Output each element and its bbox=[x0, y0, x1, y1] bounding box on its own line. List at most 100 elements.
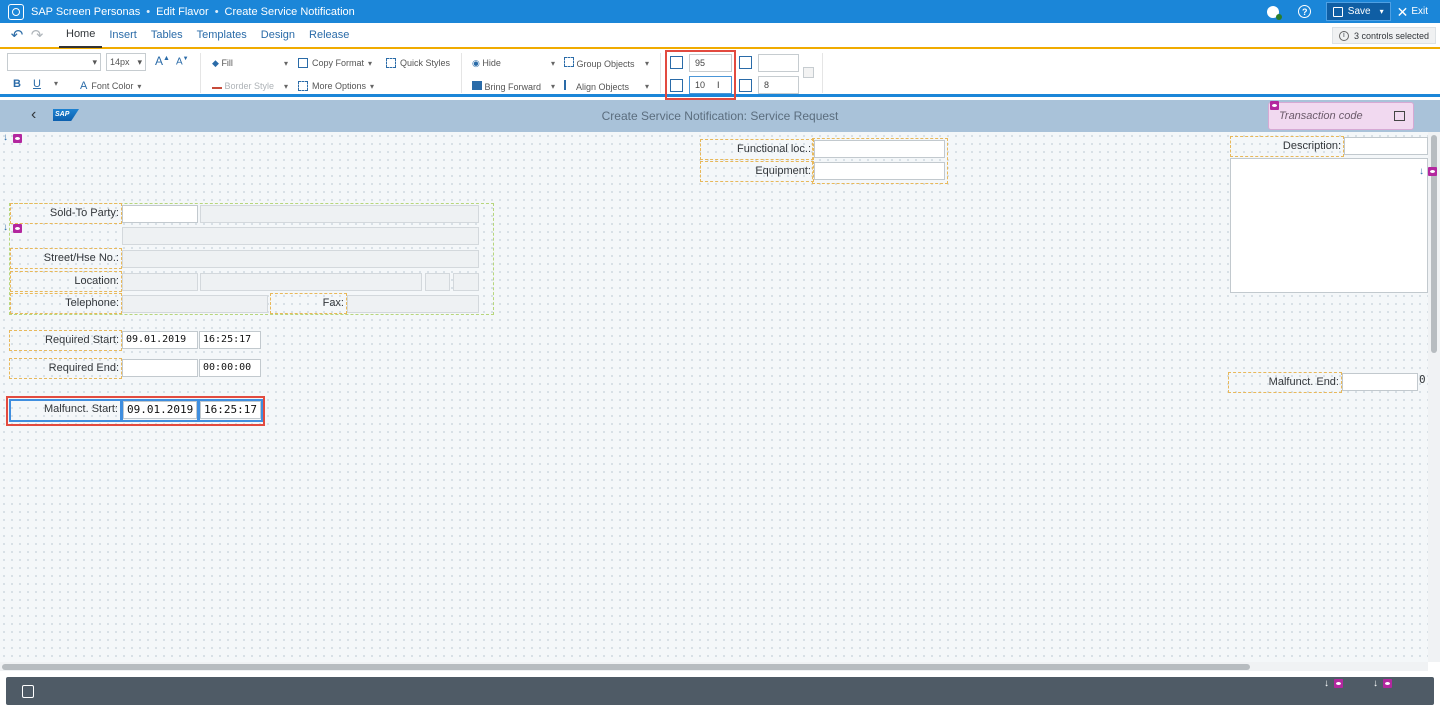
redo-icon[interactable]: ↷ bbox=[27, 25, 47, 45]
quick-styles-label: Quick Styles bbox=[400, 58, 451, 68]
divider bbox=[660, 53, 661, 93]
personas-logo-icon bbox=[8, 3, 24, 20]
personas-icon[interactable] bbox=[22, 685, 34, 698]
visibility-eye-icon[interactable] bbox=[1270, 101, 1279, 110]
more-options-button[interactable]: More Options ▾ bbox=[298, 78, 374, 94]
align-objects-icon bbox=[564, 80, 574, 90]
fill-bucket-icon: ◆ bbox=[212, 57, 219, 68]
left-position-icon bbox=[670, 79, 683, 92]
city-field bbox=[200, 273, 422, 291]
vertical-scrollbar[interactable] bbox=[1428, 132, 1440, 662]
font-size-select[interactable]: 14px ▾ bbox=[106, 53, 146, 71]
breadcrumb-app[interactable]: SAP Screen Personas bbox=[31, 6, 140, 18]
functional-loc-label: Functional loc.: bbox=[700, 139, 814, 160]
font-family-select[interactable]: ▾ bbox=[7, 53, 101, 71]
bring-forward-button[interactable]: Bring Forward ▾ bbox=[472, 78, 555, 94]
tab-design[interactable]: Design bbox=[254, 22, 302, 48]
page-title: Create Service Notification: Service Req… bbox=[601, 109, 839, 123]
save-button[interactable]: Save ▾ bbox=[1325, 2, 1391, 21]
horizontal-scrollbar[interactable] bbox=[0, 662, 1428, 671]
chevron-down-icon: ▾ bbox=[283, 81, 288, 91]
required-start-date[interactable]: 09.01.2019 bbox=[122, 331, 198, 349]
group-objects-icon bbox=[564, 57, 574, 67]
malfunct-start-date[interactable]: 09.01.2019 bbox=[123, 401, 197, 419]
enter-icon[interactable] bbox=[1394, 111, 1405, 121]
tab-insert[interactable]: Insert bbox=[102, 22, 144, 48]
decrease-font-icon[interactable]: A▼ bbox=[176, 56, 189, 67]
app-header: ‹ SAP Create Service Notification: Servi… bbox=[0, 100, 1440, 132]
visibility-eye-icon[interactable] bbox=[1428, 167, 1437, 176]
equipment-label: Equipment: bbox=[700, 161, 814, 182]
font-color-icon: A bbox=[80, 80, 88, 92]
width-input[interactable] bbox=[758, 54, 799, 72]
undo-icon[interactable]: ↶ bbox=[7, 25, 27, 45]
eye-slash-icon: ◉ bbox=[472, 57, 480, 68]
malfunct-start-time[interactable]: 16:25:17 bbox=[200, 401, 261, 419]
height-input[interactable]: 8 bbox=[758, 76, 799, 94]
increase-font-icon[interactable]: A▲ bbox=[155, 54, 170, 68]
more-options-icon bbox=[298, 81, 308, 91]
lock-ratio-icon[interactable] bbox=[803, 67, 814, 78]
required-end-time[interactable]: 00:00:00 bbox=[199, 359, 261, 377]
bring-forward-icon bbox=[472, 80, 482, 90]
bold-button[interactable]: B bbox=[13, 78, 21, 90]
fill-label: Fill bbox=[221, 57, 233, 68]
sold-to-name-field bbox=[200, 205, 479, 223]
top-input[interactable]: 95 bbox=[689, 54, 732, 72]
malfunct-end-label: Malfunct. End: bbox=[1228, 372, 1342, 393]
sold-to-field[interactable] bbox=[122, 205, 198, 223]
help-button[interactable]: ? bbox=[1294, 0, 1316, 23]
help-icon: ? bbox=[1298, 5, 1312, 18]
border-style-button[interactable]: Border Style ▾ bbox=[212, 78, 288, 94]
align-objects-button[interactable]: Align Objects ▾ bbox=[564, 78, 649, 94]
required-end-date[interactable] bbox=[122, 359, 198, 377]
chevron-down-icon: ▾ bbox=[137, 56, 142, 67]
top-position-icon bbox=[670, 56, 683, 69]
visibility-eye-icon[interactable] bbox=[13, 224, 22, 233]
group-objects-button[interactable]: Group Objects ▾ bbox=[564, 55, 649, 71]
telephone-field bbox=[122, 295, 268, 313]
breadcrumb-edit-flavor[interactable]: Edit Flavor bbox=[156, 6, 209, 18]
description-textarea[interactable] bbox=[1230, 158, 1428, 293]
tab-release[interactable]: Release bbox=[302, 22, 356, 48]
visibility-eye-icon[interactable] bbox=[1334, 679, 1343, 688]
width-icon bbox=[739, 56, 752, 69]
scrollbar-thumb[interactable] bbox=[2, 664, 1250, 670]
transaction-code-input[interactable]: Transaction code bbox=[1268, 102, 1414, 130]
height-icon bbox=[739, 79, 752, 92]
exit-button[interactable]: ✕ Exit bbox=[1397, 5, 1428, 19]
chevron-down-icon[interactable]: ▾ bbox=[1380, 7, 1384, 16]
tab-templates[interactable]: Templates bbox=[190, 22, 254, 48]
tab-home[interactable]: Home bbox=[59, 22, 103, 48]
font-color-button[interactable]: A Font Color ▾ bbox=[80, 78, 141, 94]
transaction-code-placeholder: Transaction code bbox=[1279, 110, 1363, 122]
visibility-eye-icon[interactable] bbox=[13, 134, 22, 143]
align-objects-label: Align Objects bbox=[576, 82, 630, 92]
description-field[interactable] bbox=[1344, 137, 1428, 155]
underline-button[interactable]: U bbox=[33, 78, 41, 90]
tab-tables[interactable]: Tables bbox=[144, 22, 190, 48]
hide-button[interactable]: ◉ Hide ▾ bbox=[472, 55, 555, 71]
visibility-eye-icon[interactable] bbox=[1383, 679, 1392, 688]
malfunct-start-label[interactable]: Malfunct. Start: bbox=[10, 400, 120, 421]
quick-styles-button[interactable]: Quick Styles bbox=[386, 55, 450, 71]
fax-label: Fax: bbox=[270, 293, 347, 314]
malfunct-end-date[interactable] bbox=[1342, 373, 1418, 391]
description-label: Description: bbox=[1230, 136, 1344, 157]
fill-button[interactable]: ◆ Fill ▾ bbox=[212, 55, 288, 71]
breadcrumb-screen: Create Service Notification bbox=[224, 5, 355, 18]
close-icon: ✕ bbox=[1396, 3, 1409, 20]
postal-code-field bbox=[122, 273, 198, 291]
hide-label: Hide bbox=[482, 57, 501, 68]
save-disk-icon bbox=[1332, 6, 1343, 17]
required-start-time[interactable]: 16:25:17 bbox=[199, 331, 261, 349]
malfunct-end-time[interactable]: 0 bbox=[1419, 373, 1428, 386]
status-footer bbox=[6, 677, 1434, 705]
copy-format-button[interactable]: Copy Format ▾ bbox=[298, 55, 372, 71]
left-input[interactable]: 10 I bbox=[689, 76, 732, 94]
sold-to-label: Sold-To Party: bbox=[10, 203, 122, 224]
chevron-down-icon[interactable]: ▾ bbox=[54, 79, 58, 88]
font-color-label: Font Color bbox=[91, 81, 134, 91]
fax-field bbox=[347, 295, 479, 313]
check-status-icon[interactable] bbox=[1262, 0, 1284, 23]
